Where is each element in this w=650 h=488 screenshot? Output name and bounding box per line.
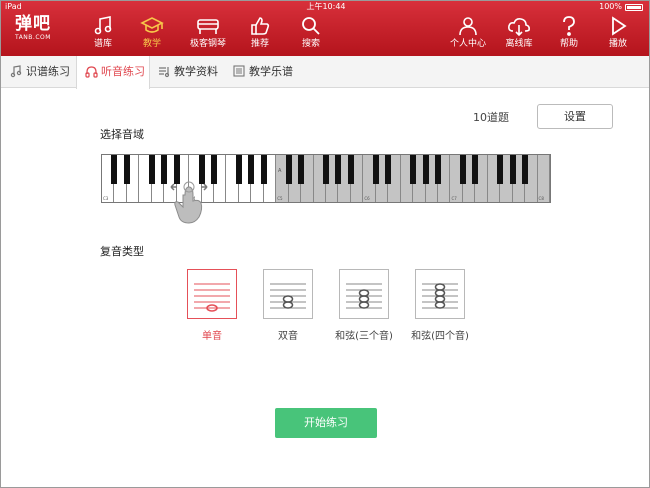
nav-recommend[interactable]: 推荐 [235, 14, 285, 54]
nav-play[interactable]: 播放 [593, 14, 643, 54]
nav-label: 谱库 [93, 39, 112, 49]
black-key[interactable] [410, 155, 417, 184]
nav-label: 搜索 [301, 39, 320, 49]
status-bar: iPad 上午10:44 100% [1, 1, 649, 13]
tab-sight-reading[interactable]: 识谱练习 [10, 56, 76, 88]
black-key[interactable] [260, 155, 267, 184]
logo[interactable]: 弹吧 TANB.COM [15, 14, 65, 42]
nav-offline[interactable]: 离线库 [494, 14, 544, 54]
nav-label: 离线库 [505, 39, 533, 49]
nav-help[interactable]: 帮助 [544, 14, 594, 54]
tab-bar: 识谱练习 听音练习 教学资料 教学乐谱 [1, 56, 649, 89]
key-label: C8 [538, 196, 544, 201]
black-key[interactable] [497, 155, 504, 184]
nav-teaching[interactable]: 教学 [127, 14, 177, 54]
cloud-download-icon [508, 18, 530, 37]
music-note-icon [94, 16, 112, 35]
black-key[interactable] [335, 155, 342, 184]
tab-teaching-scores[interactable]: 教学乐谱 [233, 56, 303, 88]
nav-scores[interactable]: 谱库 [78, 14, 128, 54]
black-key[interactable] [123, 155, 130, 184]
nav-label: 教学 [142, 39, 161, 49]
nav-profile[interactable]: 个人中心 [443, 14, 493, 54]
key-label: C6 [364, 196, 370, 201]
black-key[interactable] [248, 155, 255, 184]
tab-label: 听音练习 [101, 65, 145, 78]
range-label: 选择音域 [100, 128, 144, 141]
black-key[interactable] [372, 155, 379, 184]
search-icon [302, 17, 320, 35]
black-key[interactable] [385, 155, 392, 184]
black-key[interactable] [298, 155, 305, 184]
play-icon [612, 16, 627, 36]
tab-label: 识谱练习 [26, 65, 70, 78]
settings-button[interactable]: 设置 [537, 104, 613, 129]
music-note-icon [10, 65, 22, 78]
black-key[interactable] [422, 155, 429, 184]
sheet-music-icon [233, 65, 245, 77]
logo-text: 弹吧 [15, 14, 51, 34]
question-count: 10道题 [473, 111, 509, 124]
nav-label: 帮助 [559, 39, 578, 49]
nav-label: 推荐 [250, 39, 269, 49]
tab-teaching-materials[interactable]: 教学资料 [158, 56, 228, 88]
key-label: C3 [103, 196, 109, 201]
black-key[interactable] [235, 155, 242, 184]
app-frame: iPad 上午10:44 100% 弹吧 TANB.COM 谱库 教学 极客钢琴… [0, 0, 650, 488]
range-handle[interactable]: A [278, 168, 288, 182]
nav-label: 极客钢琴 [189, 39, 226, 49]
double-note-icon [263, 269, 313, 319]
range-handle-label: A [278, 168, 282, 174]
type-label: 和弦(四个音) [411, 331, 469, 342]
nav-label: 播放 [608, 39, 627, 49]
battery-icon [625, 4, 643, 11]
black-key[interactable] [522, 155, 529, 184]
nav-search[interactable]: 搜索 [286, 14, 336, 54]
black-key[interactable] [148, 155, 155, 184]
type-triad[interactable]: 和弦(三个音) [335, 269, 393, 342]
thumbs-up-icon [251, 17, 270, 35]
type-four-note-chord[interactable]: 和弦(四个音) [411, 269, 469, 342]
type-double-note[interactable]: 双音 [263, 269, 313, 342]
help-icon [563, 16, 575, 36]
headphones-icon [85, 66, 98, 78]
start-practice-button[interactable]: 开始练习 [275, 408, 377, 438]
black-key[interactable] [472, 155, 479, 184]
chord-type-label: 复音类型 [100, 245, 144, 258]
key-label: C7 [451, 196, 457, 201]
graduation-cap-icon [140, 17, 164, 33]
black-key[interactable] [347, 155, 354, 184]
user-icon [459, 17, 477, 36]
black-key[interactable] [459, 155, 466, 184]
black-key[interactable] [509, 155, 516, 184]
document-icon [159, 67, 170, 78]
top-header: iPad 上午10:44 100% 弹吧 TANB.COM 谱库 教学 极客钢琴… [1, 1, 649, 56]
triad-icon [339, 269, 389, 319]
tab-label: 教学乐谱 [249, 65, 293, 78]
nav-geek-piano[interactable]: 极客钢琴 [183, 14, 233, 54]
four-note-chord-icon [415, 269, 465, 319]
black-key[interactable] [435, 155, 441, 184]
piano-icon [197, 19, 219, 34]
hand-gesture-icon [170, 181, 208, 224]
black-key[interactable] [323, 155, 329, 184]
nav-label: 个人中心 [449, 39, 486, 49]
key-label: C5 [277, 196, 283, 201]
battery-percent: 100% [599, 2, 622, 11]
type-single-note[interactable]: 单音 [187, 269, 237, 342]
tab-label: 教学资料 [174, 65, 218, 78]
single-note-icon [187, 269, 237, 319]
white-key[interactable]: C8 [537, 155, 550, 202]
logo-subtext: TANB.COM [15, 34, 51, 41]
status-time: 上午10:44 [306, 2, 346, 11]
black-key[interactable] [111, 155, 118, 184]
tab-ear-training[interactable]: 听音练习 [76, 56, 150, 89]
